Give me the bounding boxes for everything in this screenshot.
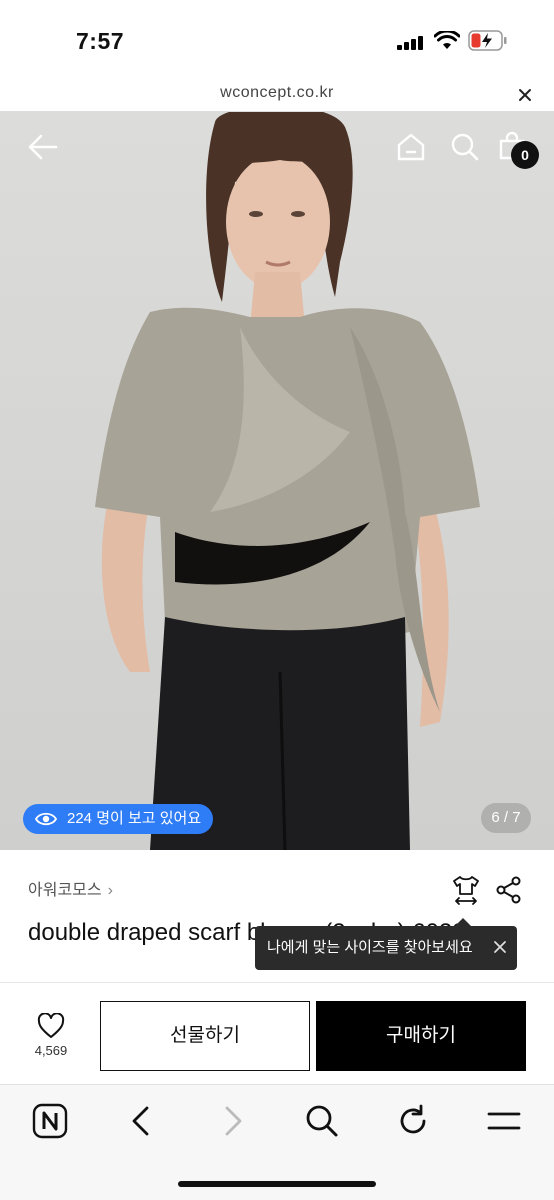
cart-count-badge[interactable]: 0 xyxy=(511,141,539,169)
brand-name[interactable]: 아워코모스 xyxy=(28,882,102,899)
product-photo xyxy=(95,112,480,850)
home-icon[interactable] xyxy=(396,132,426,162)
viewers-label: 224 명이 보고 있어요 xyxy=(67,810,202,827)
status-bar: 7:57 xyxy=(0,0,554,80)
url-domain[interactable]: wconcept.co.kr xyxy=(0,84,554,102)
search-icon[interactable] xyxy=(450,132,480,162)
back-arrow-icon[interactable] xyxy=(28,134,58,160)
back-chevron-icon[interactable] xyxy=(124,1103,160,1139)
purchase-bar: 4,569 선물하기 구매하기 xyxy=(0,982,554,1084)
share-icon[interactable] xyxy=(496,876,522,904)
buy-button[interactable]: 구매하기 xyxy=(316,1001,526,1071)
brand-link[interactable]: 아워코모스 › xyxy=(28,876,113,900)
naver-n-icon[interactable] xyxy=(32,1103,68,1139)
viewers-badge: 224 명이 보고 있어요 xyxy=(23,804,214,834)
size-tooltip-text: 나에게 맞는 사이즈를 찾아보세요 xyxy=(267,939,473,956)
refresh-icon[interactable] xyxy=(395,1103,431,1139)
image-pager: 6 / 7 xyxy=(481,803,531,833)
signal-icon xyxy=(397,36,423,50)
like-count: 4,569 xyxy=(34,1043,68,1058)
close-icon[interactable] xyxy=(515,85,535,105)
like-button[interactable]: 4,569 xyxy=(22,1013,80,1058)
url-bar[interactable]: wconcept.co.kr xyxy=(0,80,554,112)
status-time: 7:57 xyxy=(76,28,125,54)
product-image-carousel[interactable] xyxy=(0,112,554,850)
wifi-icon xyxy=(434,31,460,49)
menu-icon[interactable] xyxy=(486,1103,522,1139)
forward-chevron-icon[interactable] xyxy=(214,1103,250,1139)
home-indicator[interactable] xyxy=(178,1181,376,1187)
heart-icon[interactable] xyxy=(37,1013,65,1039)
size-tooltip: 나에게 맞는 사이즈를 찾아보세요 xyxy=(255,918,517,970)
eye-icon xyxy=(35,812,57,826)
battery-icon xyxy=(468,30,507,51)
close-icon[interactable] xyxy=(493,940,507,954)
gift-button[interactable]: 선물하기 xyxy=(100,1001,310,1071)
search-icon[interactable] xyxy=(304,1103,340,1139)
size-finder-icon[interactable] xyxy=(451,874,481,906)
chevron-right-icon: › xyxy=(107,882,113,899)
